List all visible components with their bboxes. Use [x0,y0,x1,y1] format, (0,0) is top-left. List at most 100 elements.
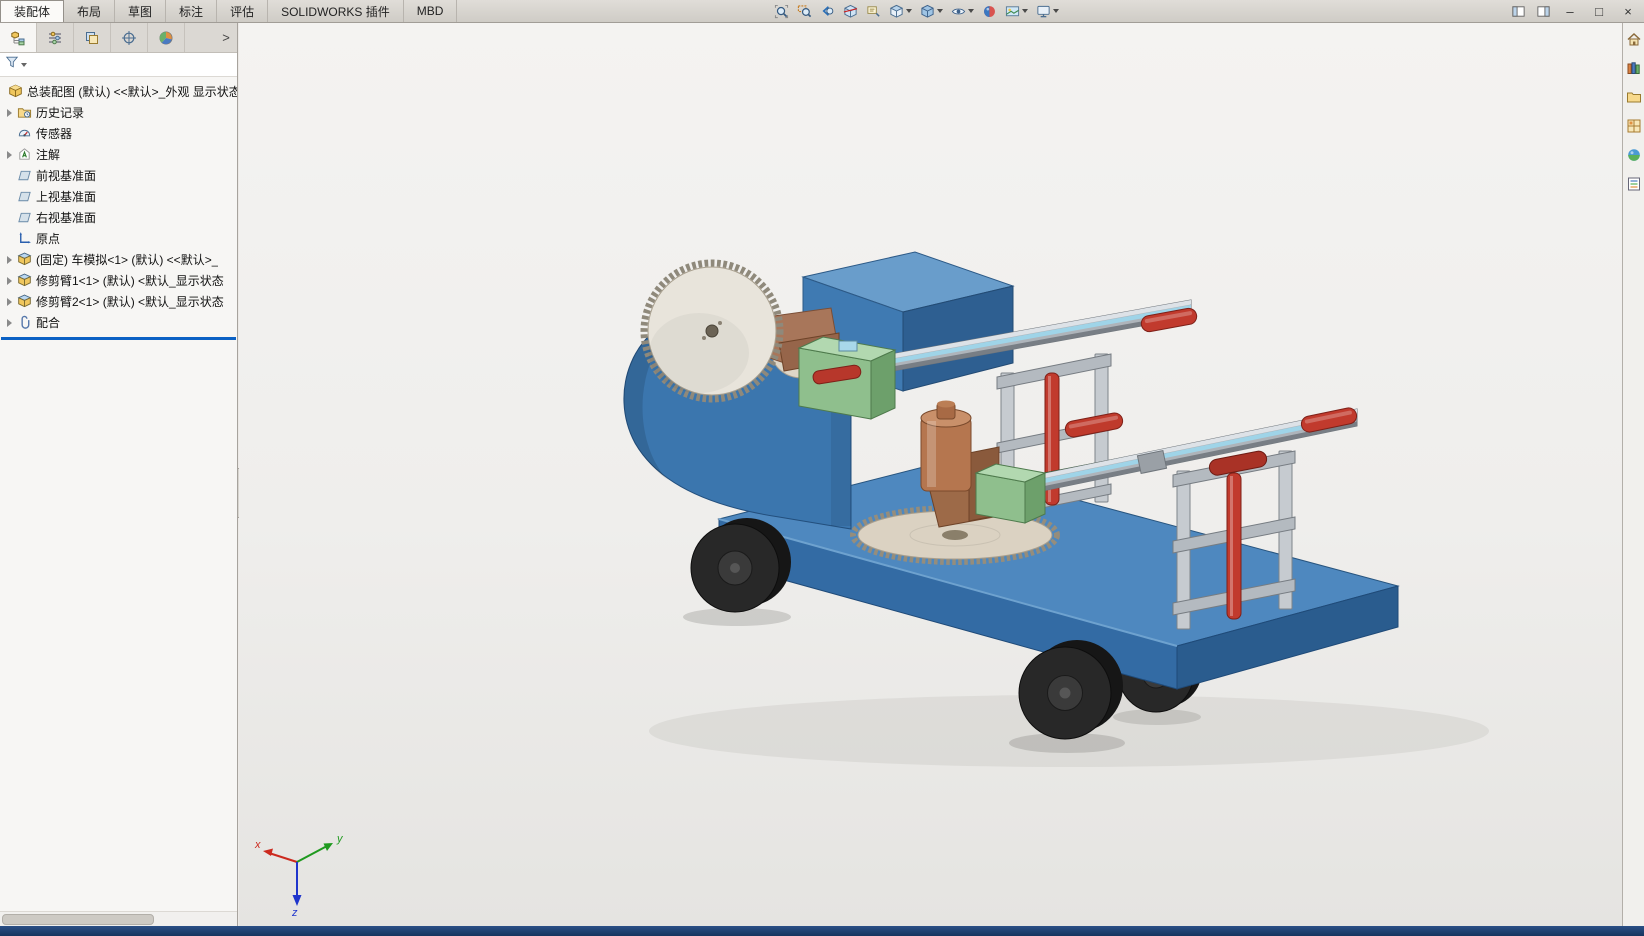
filter-icon-holder [5,55,19,74]
tree-item-3[interactable]: 注解 [0,144,237,165]
tree-item-9[interactable]: 修剪臂1<1> (默认) <默认_显示状态 [0,270,237,291]
file-explorer-button[interactable] [1626,89,1642,110]
expand-arrow-icon[interactable] [7,150,12,159]
tree-item-11[interactable]: 配合 [0,312,237,333]
options-pane-toggle-icon [1511,4,1526,19]
minimize-button[interactable]: – [1558,2,1582,20]
apply-scene-button[interactable] [1003,3,1030,20]
hide-show-items-button[interactable] [949,3,976,20]
displaymanager-icon [158,30,174,46]
tree-item-1[interactable]: 历史记录 [0,102,237,123]
propertymanager-tab[interactable] [37,23,74,52]
tree-item-4[interactable]: 前视基准面 [0,165,237,186]
expand-arrow-icon[interactable] [7,108,12,117]
command-tab-0[interactable]: 装配体 [0,0,65,22]
solidworks-resources-button[interactable] [1626,31,1642,52]
command-tab-1[interactable]: 布局 [64,0,116,22]
component-icon [17,252,32,267]
mates-icon [17,315,32,330]
model-arm-lower[interactable] [974,406,1358,524]
previous-view-button[interactable] [818,3,837,20]
dropdown-caret-icon[interactable] [937,9,943,13]
status-bar [0,926,1644,936]
command-tab-5[interactable]: SOLIDWORKS 插件 [268,0,404,22]
command-tab-label: 草图 [128,4,153,19]
maximize-button[interactable]: □ [1587,2,1611,20]
tree-item-label: 历史记录 [36,106,85,120]
tree-item-8[interactable]: (固定) 车模拟<1> (默认) <<默认>_ [0,249,237,270]
tree-item-5[interactable]: 上视基准面 [0,186,237,207]
view-palette-button[interactable] [1626,118,1642,139]
task-pane-strip [1622,23,1644,926]
dynamic-annotation-view-icon [866,4,881,19]
pane-toggle-group [1508,2,1553,20]
configurationmanager-tab[interactable] [74,23,111,52]
dropdown-caret-icon[interactable] [968,9,974,13]
dimxpertmanager-tab[interactable] [111,23,148,52]
tree-item-label: 右视基准面 [36,211,97,225]
dropdown-caret-icon[interactable] [906,9,912,13]
model-saw-blade-front[interactable] [640,259,784,403]
assembly-icon [8,84,23,99]
display-style-button[interactable] [918,3,945,20]
dropdown-caret-icon[interactable] [1053,9,1059,13]
expand-arrow-icon[interactable] [7,318,12,327]
displaymanager-tab[interactable] [148,23,185,52]
graphics-area[interactable]: x y z [239,23,1622,926]
tree-item-label: 修剪臂1<1> (默认) <默认_显示状态 [36,274,224,288]
featuremanager-tab[interactable] [0,23,37,52]
rollback-bar[interactable] [1,337,236,340]
plane-icon [17,168,32,183]
tree-item-6[interactable]: 右视基准面 [0,207,237,228]
headsup-view-toolbar [772,0,1061,22]
view-orientation-button[interactable] [887,3,914,20]
featuremanager-tab-strip: > [0,23,237,53]
filter-dropdown-caret-icon[interactable] [21,62,27,67]
custom-properties-button[interactable] [1626,176,1642,197]
dynamic-annotation-view-button[interactable] [864,3,883,20]
featuremanager-panel: > 总装配图 (默认) <<默认>_外观 显示状态历史记录传感器 注解 前视基准面上… [0,23,238,926]
plane-icon [17,189,32,204]
command-tab-4[interactable]: 评估 [217,0,269,22]
view-settings-button[interactable] [1034,3,1061,20]
tree-item-7[interactable]: 原点 [0,228,237,249]
command-tab-6[interactable]: MBD [404,0,458,22]
command-tab-3[interactable]: 标注 [166,0,218,22]
appearances-scenes-button[interactable] [1626,147,1642,168]
zoom-to-fit-icon [774,4,789,19]
file-explorer-icon [1626,89,1642,105]
previous-view-icon [820,4,835,19]
tree-item-2[interactable]: 传感器 [0,123,237,144]
filter-icon [5,55,19,69]
dropdown-caret-icon[interactable] [1022,9,1028,13]
model-wheel-front-left[interactable] [690,518,791,613]
close-button[interactable]: × [1616,2,1640,20]
panel-horizontal-scrollbar[interactable] [0,911,237,926]
zoom-to-area-button[interactable] [795,3,814,20]
expand-arrow-icon[interactable] [7,276,12,285]
options-pane-toggle-button[interactable] [1508,2,1528,20]
origin-icon [17,231,32,246]
tree-item-0[interactable]: 总装配图 (默认) <<默认>_外观 显示状态 [0,81,237,102]
appearances-scenes-icon [1626,147,1642,163]
arrow-slot [3,318,16,327]
design-library-button[interactable] [1626,60,1642,81]
section-view-button[interactable] [841,3,860,20]
section-view-icon [843,4,858,19]
expand-arrow-icon[interactable] [7,297,12,306]
solidworks-resources-icon [1626,31,1642,47]
zoom-to-fit-button[interactable] [772,3,791,20]
expand-pane-arrow[interactable]: > [215,23,237,52]
arrow-slot [3,297,16,306]
expand-arrow-icon[interactable] [7,255,12,264]
edit-appearance-button[interactable] [980,3,999,20]
tree-item-10[interactable]: 修剪臂2<1> (默认) <默认_显示状态 [0,291,237,312]
assembly-3d-view[interactable] [239,23,1622,926]
triad-y-label: y [336,833,344,845]
custom-properties-icon [1626,176,1642,192]
scrollbar-thumb[interactable] [2,914,154,925]
task-pane-toggle-button[interactable] [1533,2,1553,20]
tree-filter-bar[interactable] [0,53,237,77]
annotations-icon [17,147,32,162]
command-tab-2[interactable]: 草图 [115,0,167,22]
